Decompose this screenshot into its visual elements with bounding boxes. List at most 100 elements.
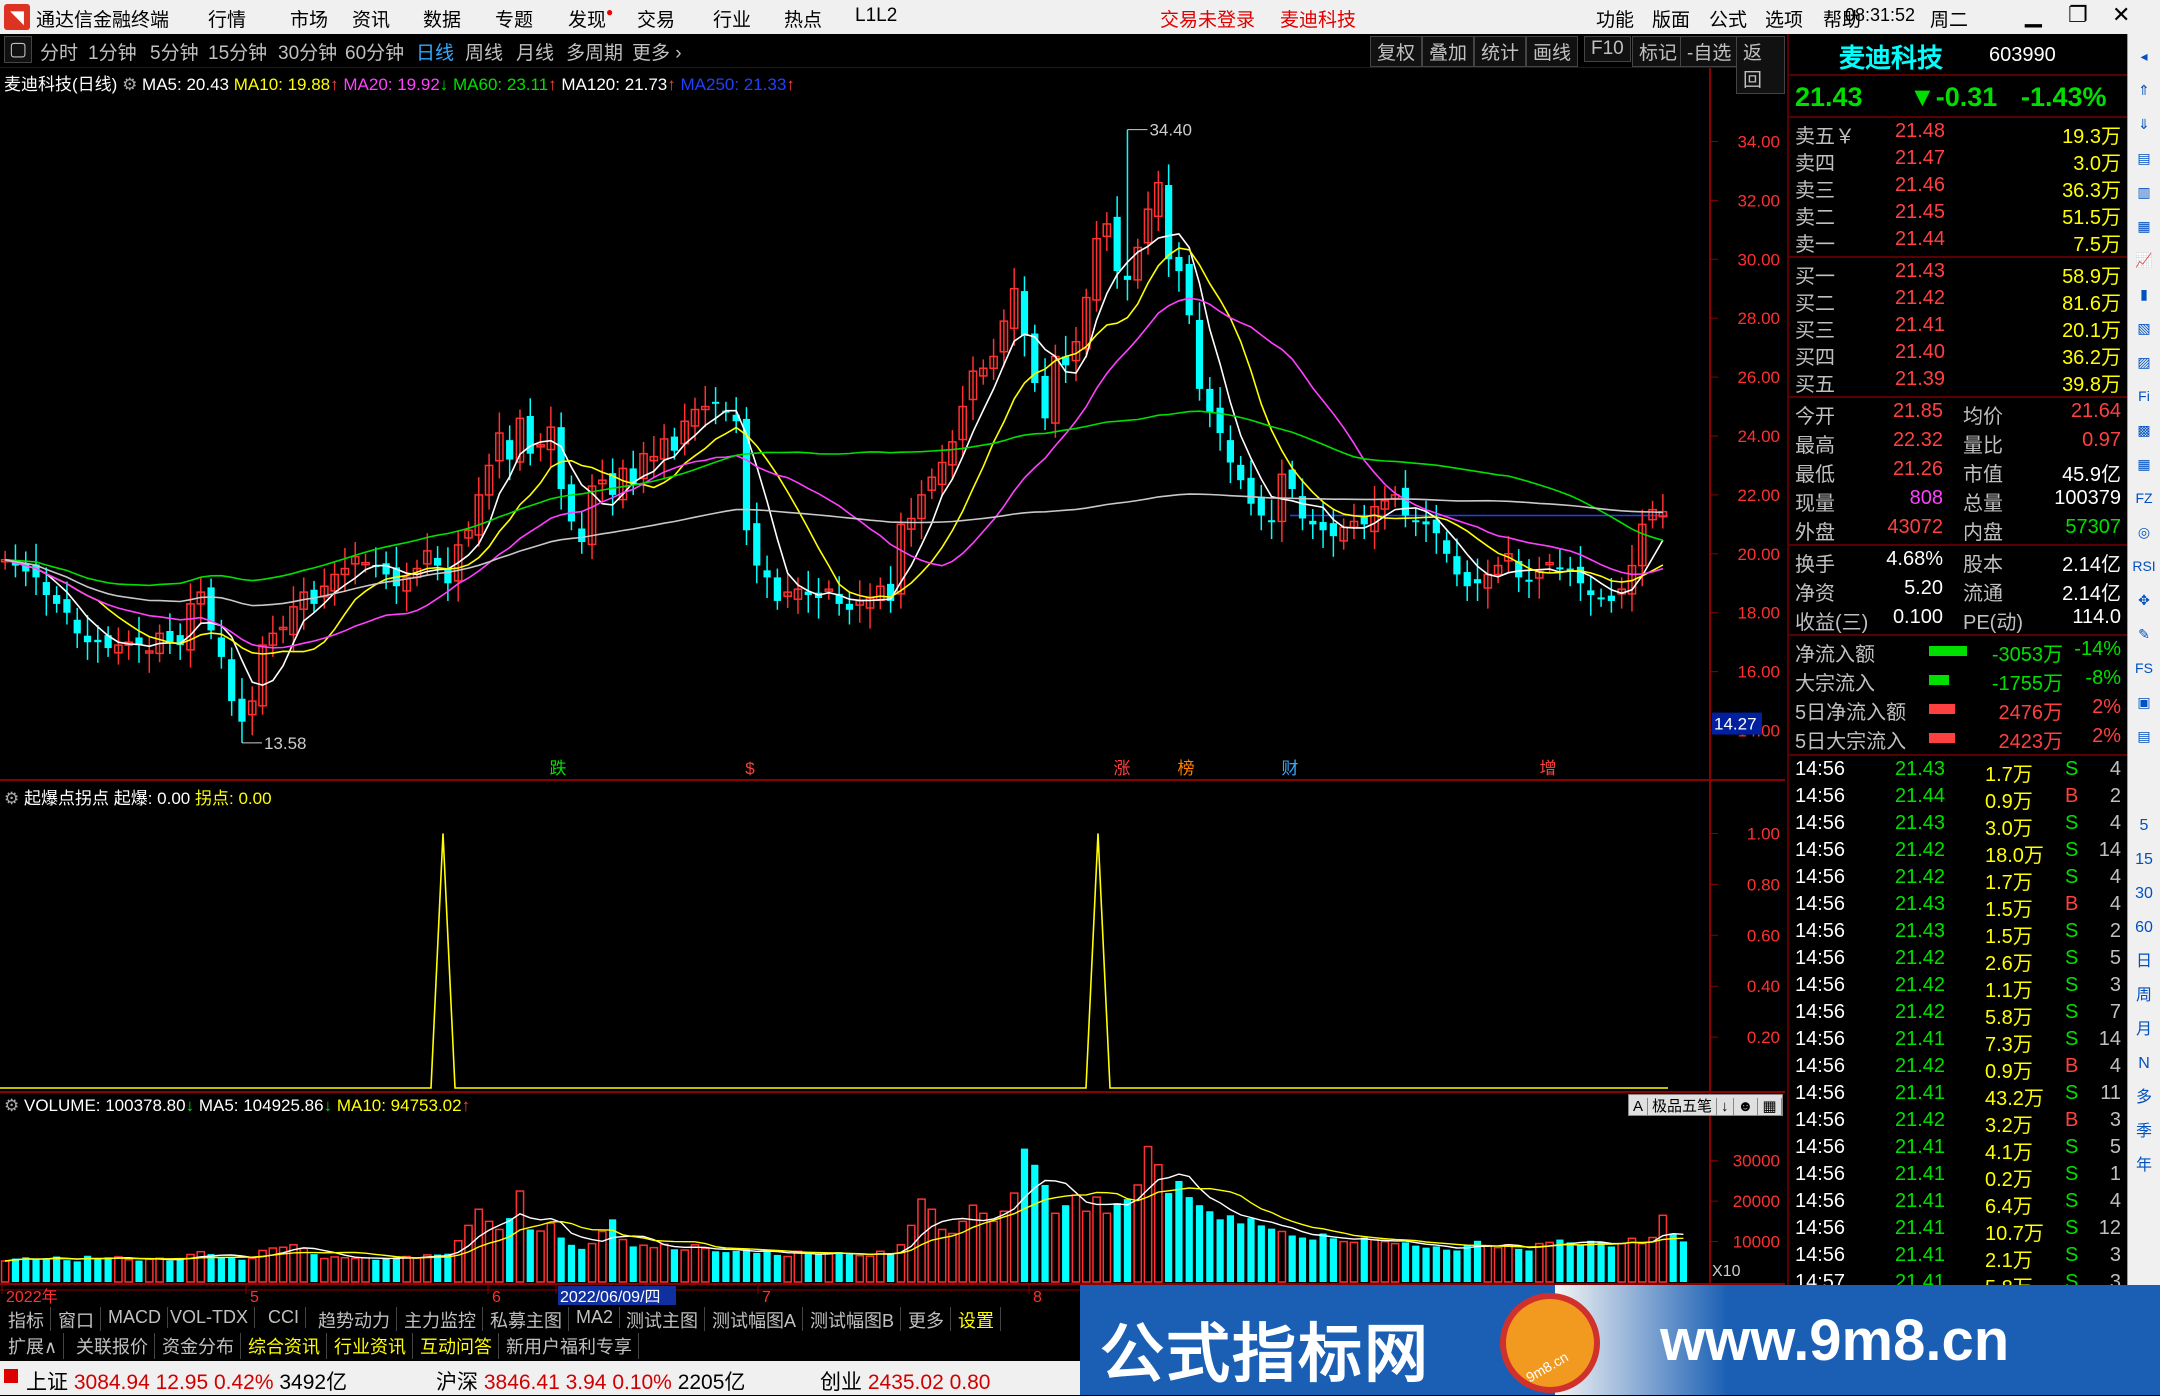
tool-button-0[interactable]: 复权 (1370, 36, 1423, 67)
bid-row[interactable]: 买五 21.39 39.8万 (1795, 368, 2125, 396)
menu-6[interactable]: 交易 (637, 5, 675, 32)
bid-row[interactable]: 买三 21.41 20.1万 (1795, 314, 2125, 342)
indicator-tab-6[interactable]: 主力监控 (398, 1307, 483, 1333)
tool-button-5[interactable]: 标记 (1632, 36, 1685, 67)
info-tab-5[interactable]: 互动问答 (414, 1333, 499, 1359)
tool-button-6[interactable]: -自选 (1680, 36, 1739, 67)
indicator-tab-11[interactable]: 测试幅图B (804, 1307, 902, 1333)
indicator-tab-7[interactable]: 私募主图 (484, 1307, 569, 1333)
sidebar-tool-icon[interactable]: ▦ (2132, 214, 2156, 238)
period-tab-6[interactable]: 日线 (416, 38, 454, 65)
right-menu-1[interactable]: 版面 (1652, 5, 1690, 32)
info-tab-2[interactable]: 资金分布 (156, 1333, 241, 1359)
sidebar-tool-icon[interactable]: ▤ (2132, 724, 2156, 748)
sidebar-tool-icon[interactable]: ▦ (2132, 452, 2156, 476)
menu-9[interactable]: L1L2 (855, 5, 897, 27)
sidebar-tool-icon[interactable]: ▧ (2132, 316, 2156, 340)
sidebar-tool-icon[interactable]: ⇓ (2132, 112, 2156, 136)
index-quote[interactable]: 沪深 3846.41 3.94 0.10% 2205亿 (436, 1366, 745, 1396)
minimize-icon[interactable]: ▁ (2025, 2, 2042, 28)
bid-row[interactable]: 买二 21.42 81.6万 (1795, 287, 2125, 315)
period-tab-0[interactable]: 分时 (40, 38, 78, 65)
indicator-tab-10[interactable]: 测试幅图A (706, 1307, 804, 1333)
sidebar-tool-icon[interactable]: ✎ (2132, 622, 2156, 646)
period-tab-9[interactable]: 多周期 (566, 38, 623, 65)
sidebar-tool-icon[interactable]: ◎ (2132, 520, 2156, 544)
sidebar-period-3[interactable]: 60 (2132, 916, 2156, 940)
menu-5[interactable]: 发现● (568, 5, 613, 32)
tool-button-1[interactable]: 叠加 (1422, 36, 1475, 67)
sidebar-period-8[interactable]: 多 (2132, 1086, 2156, 1110)
sidebar-tool-icon[interactable]: FS (2132, 656, 2156, 680)
indicator-tab-8[interactable]: MA2 (570, 1307, 621, 1328)
sidebar-period-7[interactable]: N (2132, 1052, 2156, 1076)
ime-button-1[interactable]: 极品五笔 (1648, 1098, 1718, 1115)
right-menu-0[interactable]: 功能 (1596, 5, 1634, 32)
period-tab-3[interactable]: 15分钟 (208, 38, 267, 65)
sidebar-period-10[interactable]: 年 (2132, 1154, 2156, 1178)
index-quote[interactable]: 创业 2435.02 0.80 (820, 1366, 990, 1396)
bid-row[interactable]: 买一 21.43 58.9万 (1795, 260, 2125, 288)
close-icon[interactable]: ✕ (2112, 2, 2130, 28)
sidebar-tool-icon[interactable]: ▩ (2132, 418, 2156, 442)
period-tab-7[interactable]: 周线 (465, 38, 503, 65)
menu-4[interactable]: 专题 (495, 5, 533, 32)
menu-1[interactable]: 市场 (290, 5, 328, 32)
sidebar-tool-icon[interactable]: ⇑ (2132, 78, 2156, 102)
sidebar-period-1[interactable]: 15 (2132, 848, 2156, 872)
menu-8[interactable]: 热点 (784, 5, 822, 32)
period-tab-8[interactable]: 月线 (516, 38, 554, 65)
sidebar-tool-icon[interactable]: FZ (2132, 486, 2156, 510)
indicator-tab-12[interactable]: 更多 (902, 1307, 951, 1333)
ime-button-3[interactable]: ☻ (1733, 1098, 1759, 1115)
info-tab-1[interactable]: 关联报价 (70, 1333, 155, 1359)
indicator-tab-5[interactable]: 趋势动力 (312, 1307, 397, 1333)
sidebar-period-6[interactable]: 月 (2132, 1018, 2156, 1042)
sidebar-tool-icon[interactable]: ▥ (2132, 180, 2156, 204)
period-tab-1[interactable]: 1分钟 (88, 38, 137, 65)
menu-0[interactable]: 行情 (208, 5, 246, 32)
right-menu-3[interactable]: 选项 (1765, 5, 1803, 32)
ask-row[interactable]: 卖三 21.46 36.3万 (1795, 174, 2125, 202)
ask-row[interactable]: 卖二 21.45 51.5万 (1795, 201, 2125, 229)
tool-button-4[interactable]: F10 (1584, 36, 1631, 62)
kline-chart[interactable]: 34.40 13.58 跌 $ 涨 榜 财 增 1.00 0.80 0.60 0.40 0.20 30… (0, 68, 1785, 1305)
menu-7[interactable]: 行业 (713, 5, 751, 32)
right-menu-2[interactable]: 公式 (1709, 5, 1747, 32)
info-tab-6[interactable]: 新用户福利专享 (500, 1333, 639, 1359)
sidebar-period-4[interactable]: 日 (2132, 950, 2156, 974)
sidebar-tool-icon[interactable]: ▨ (2132, 350, 2156, 374)
sidebar-tool-icon[interactable]: 📈 (2132, 248, 2156, 272)
restore-icon[interactable]: ❐ (2068, 2, 2088, 28)
menu-3[interactable]: 数据 (423, 5, 461, 32)
ask-row[interactable]: 卖一 21.44 7.5万 (1795, 228, 2125, 256)
ime-button-0[interactable]: A (1629, 1098, 1649, 1115)
ime-button-4[interactable]: ▦ (1758, 1098, 1782, 1115)
sidebar-tool-icon[interactable]: ▮ (2132, 282, 2156, 306)
indicator-tab-4[interactable]: CCI (262, 1307, 306, 1328)
sidebar-tool-icon[interactable]: ✥ (2132, 588, 2156, 612)
indicator-tab-2[interactable]: MACD (102, 1307, 168, 1328)
info-tab-3[interactable]: 综合资讯 (242, 1333, 327, 1359)
menu-2[interactable]: 资讯 (352, 5, 390, 32)
ask-row[interactable]: 卖五￥ 21.48 19.3万 (1795, 120, 2125, 148)
stock-tab[interactable]: 麦迪科技 (1280, 5, 1356, 32)
indicator-tab-9[interactable]: 测试主图 (620, 1307, 705, 1333)
tool-button-2[interactable]: 统计 (1474, 36, 1527, 67)
info-tab-0[interactable]: 扩展∧ (2, 1333, 65, 1359)
period-tab-4[interactable]: 30分钟 (278, 38, 337, 65)
sidebar-tool-icon[interactable]: RSI (2132, 554, 2156, 578)
period-tab-10[interactable]: 更多 › (632, 38, 682, 65)
bid-row[interactable]: 买四 21.40 36.2万 (1795, 341, 2125, 369)
sidebar-tool-icon[interactable]: ▣ (2132, 690, 2156, 714)
sidebar-period-9[interactable]: 季 (2132, 1120, 2156, 1144)
ime-button-2[interactable]: ↓ (1717, 1098, 1734, 1115)
sidebar-tool-icon[interactable]: ▤ (2132, 146, 2156, 170)
tool-button-3[interactable]: 画线 (1526, 36, 1579, 67)
indicator-tab-13[interactable]: 设置 (952, 1307, 1001, 1333)
period-tab-5[interactable]: 60分钟 (345, 38, 404, 65)
index-quote[interactable]: 上证 3084.94 12.95 0.42% 3492亿 (26, 1366, 347, 1396)
sidebar-tool-icon[interactable]: ◂ (2132, 44, 2156, 68)
sidebar-period-5[interactable]: 周 (2132, 984, 2156, 1008)
ask-row[interactable]: 卖四 21.47 3.0万 (1795, 147, 2125, 175)
